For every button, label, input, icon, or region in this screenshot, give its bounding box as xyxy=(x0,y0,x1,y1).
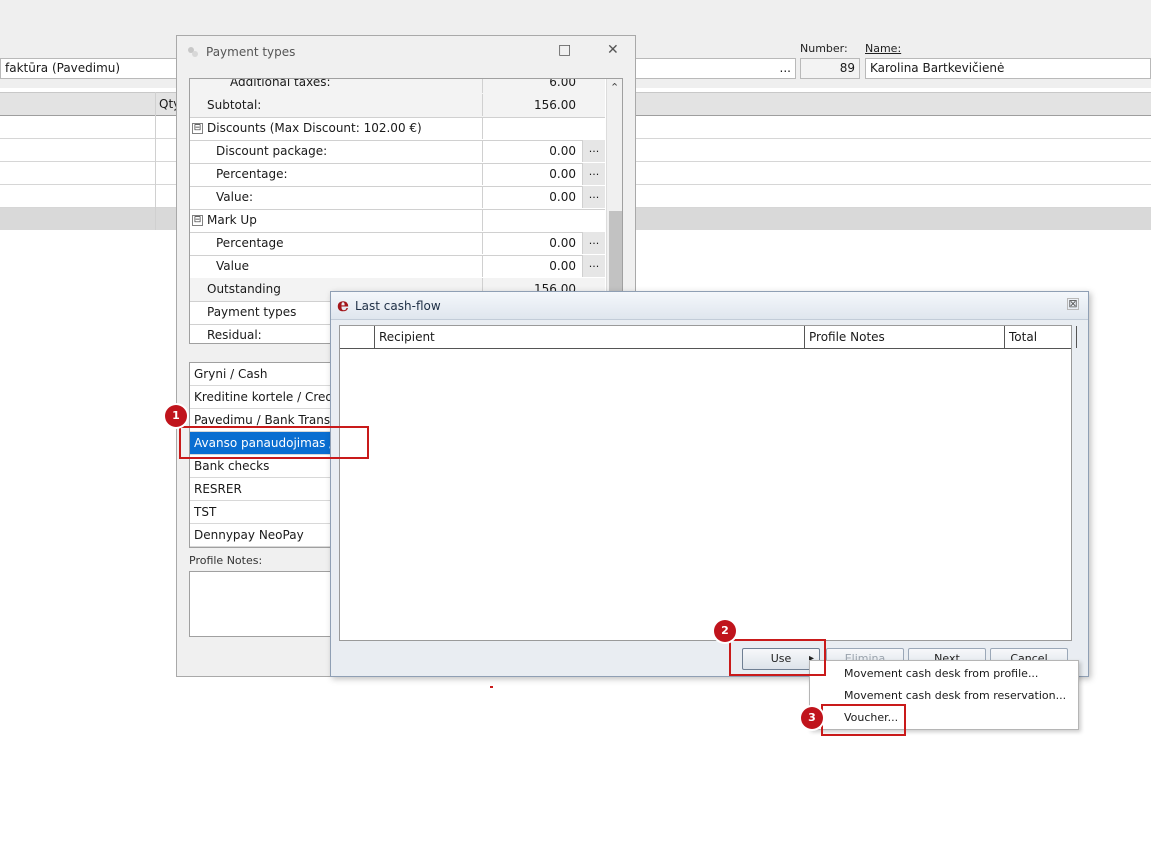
step-badge-3: 3 xyxy=(801,707,823,729)
column-header-profile-notes[interactable]: Profile Notes xyxy=(804,326,1009,348)
collapse-icon[interactable]: ⊟ xyxy=(192,123,203,134)
list-item[interactable]: Gryni / Cash xyxy=(190,363,348,386)
list-item[interactable]: Dennypay NeoPay xyxy=(190,524,348,547)
profile-notes-label: Profile Notes: xyxy=(189,554,263,567)
row-value: 156.00 xyxy=(482,94,582,116)
name-label: Name: xyxy=(865,42,902,55)
highlight-box-3 xyxy=(821,704,906,736)
row-label: Payment types xyxy=(207,305,297,319)
name-value: Karolina Bartkevičienė xyxy=(870,61,1005,75)
discount-package-button[interactable]: ... xyxy=(582,140,605,162)
row-label: Percentage xyxy=(216,236,284,250)
collapse-icon[interactable]: ⊟ xyxy=(192,215,203,226)
maximize-icon[interactable]: □ xyxy=(558,42,571,58)
step-badge-2: 2 xyxy=(714,620,736,642)
highlight-box-1 xyxy=(179,426,369,459)
last-cash-flow-dialog: e Last cash-flow ⊠ Recipient Profile Not… xyxy=(330,291,1089,677)
row-value xyxy=(482,209,582,231)
row-value[interactable]: 0.00 xyxy=(482,163,582,185)
menu-item-movement-reservation[interactable]: Movement cash desk from reservation... xyxy=(844,689,1066,702)
row-label: Mark Up xyxy=(207,213,257,227)
row-label: Discount package: xyxy=(216,144,328,158)
number-label: Number: xyxy=(800,42,848,55)
app-logo-icon: e xyxy=(337,294,350,316)
discount-value-button[interactable]: ... xyxy=(582,186,605,208)
summary-row-additional-taxes: Additional taxes: 6.00 xyxy=(190,78,605,95)
number-value: 89 xyxy=(839,61,855,75)
summary-row-markup-value[interactable]: Value 0.00 ... xyxy=(190,255,605,279)
row-value[interactable]: 0.00 xyxy=(482,186,582,208)
row-label: Discounts (Max Discount: 102.00 €) xyxy=(207,121,422,135)
scroll-up-icon[interactable]: ⌃ xyxy=(610,81,619,94)
summary-row-discount-value[interactable]: Value: 0.00 ... xyxy=(190,186,605,210)
column-header-recipient[interactable]: Recipient xyxy=(374,326,809,348)
markup-percentage-button[interactable]: ... xyxy=(582,232,605,254)
column-divider xyxy=(155,92,156,230)
column-header-total[interactable]: Total xyxy=(1004,326,1077,348)
dialog-title: Last cash-flow xyxy=(355,299,441,313)
document-type-lookup-button[interactable]: ... xyxy=(636,58,796,79)
profile-notes-textarea[interactable] xyxy=(189,571,349,637)
scrollbar-thumb[interactable] xyxy=(609,211,622,291)
close-icon[interactable]: ⊠ xyxy=(1067,298,1079,310)
row-value[interactable]: 0.00 xyxy=(482,232,582,254)
number-field: 89 xyxy=(800,58,860,79)
row-value[interactable]: 0.00 xyxy=(482,140,582,162)
summary-row-markup[interactable]: ⊟ Mark Up xyxy=(190,209,605,233)
stray-mark xyxy=(490,686,493,688)
menu-item-movement-profile[interactable]: Movement cash desk from profile... xyxy=(844,667,1038,680)
discount-percentage-button[interactable]: ... xyxy=(582,163,605,185)
row-label: Residual: xyxy=(207,328,262,342)
highlight-box-2 xyxy=(729,639,826,676)
row-label: Value: xyxy=(216,190,253,204)
list-item[interactable]: TST xyxy=(190,501,348,524)
window-title: Payment types xyxy=(206,45,296,59)
list-item[interactable]: Kreditine kortele / Credit xyxy=(190,386,348,409)
close-icon[interactable]: ✕ xyxy=(607,42,619,58)
markup-value-button[interactable]: ... xyxy=(582,255,605,277)
cash-flow-grid[interactable]: Recipient Profile Notes Total xyxy=(339,325,1077,641)
row-label: Value xyxy=(216,259,249,273)
row-label: Subtotal: xyxy=(207,98,262,112)
summary-row-markup-percentage[interactable]: Percentage 0.00 ... xyxy=(190,232,605,256)
name-field[interactable]: Karolina Bartkevičienė xyxy=(865,58,1151,79)
cash-flow-titlebar[interactable]: e Last cash-flow ⊠ xyxy=(331,292,1088,320)
summary-row-subtotal: Subtotal: 156.00 xyxy=(190,94,605,118)
row-label: Percentage: xyxy=(216,167,288,181)
document-type-value: faktūra (Pavedimu) xyxy=(5,61,121,75)
row-value xyxy=(482,117,582,139)
row-value: 6.00 xyxy=(482,79,582,93)
document-type-field[interactable]: faktūra (Pavedimu) xyxy=(0,58,180,79)
summary-row-discount-package[interactable]: Discount package: 0.00 ... xyxy=(190,140,605,164)
summary-row-discount-percentage[interactable]: Percentage: 0.00 ... xyxy=(190,163,605,187)
ellipsis-label: ... xyxy=(779,61,791,75)
summary-row-discounts[interactable]: ⊟ Discounts (Max Discount: 102.00 €) xyxy=(190,117,605,141)
payment-types-titlebar[interactable]: Payment types □ ✕ xyxy=(177,36,635,68)
app-icon xyxy=(188,47,198,57)
step-badge-1: 1 xyxy=(165,405,187,427)
list-item[interactable]: RESRER xyxy=(190,478,348,501)
row-label: Outstanding xyxy=(207,282,281,296)
row-label: Additional taxes: xyxy=(230,78,331,89)
row-value[interactable]: 0.00 xyxy=(482,255,582,277)
cash-flow-grid-header: Recipient Profile Notes Total xyxy=(340,326,1077,349)
